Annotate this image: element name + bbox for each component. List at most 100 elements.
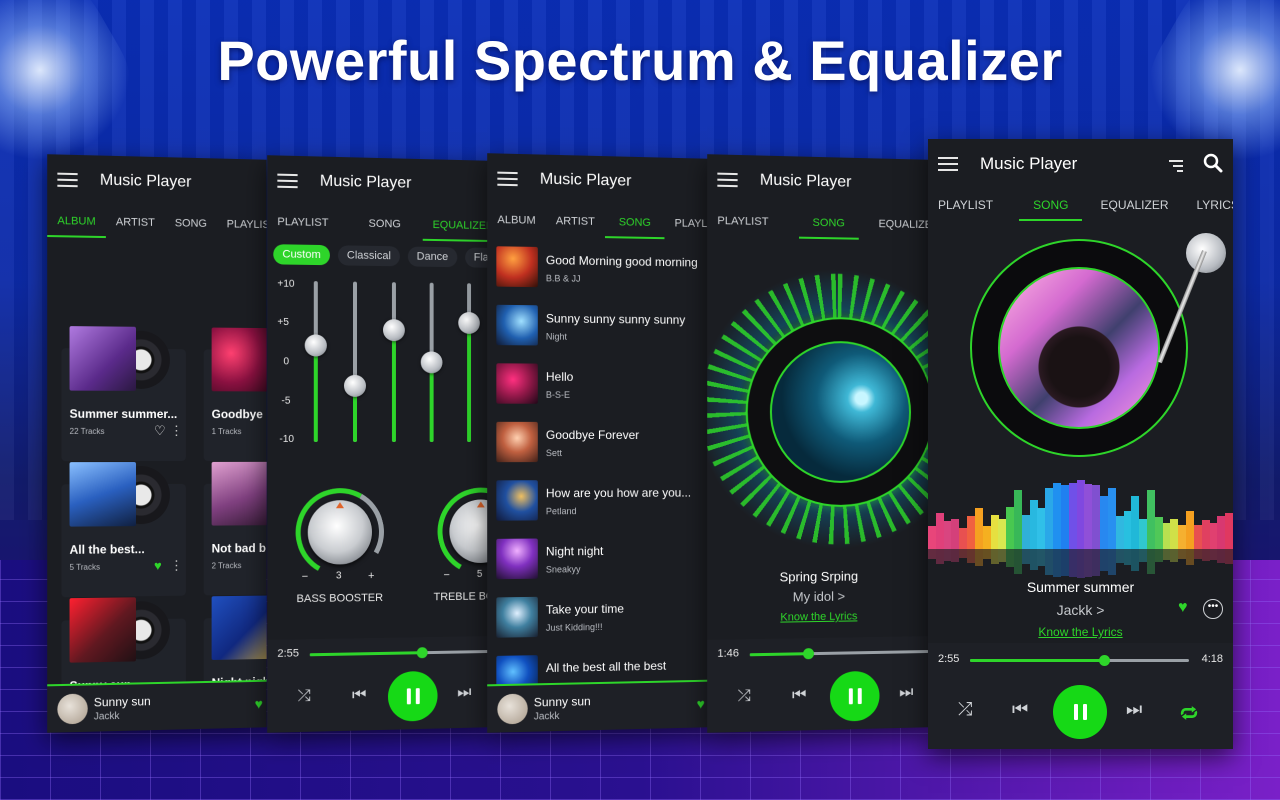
tab-song[interactable]: SONG	[605, 206, 665, 239]
seek-bar-thumb[interactable]	[1098, 655, 1110, 666]
song-item[interactable]: Good Morning good morning B.B & JJ	[487, 242, 708, 303]
eq-band-slider[interactable]	[458, 283, 480, 443]
tab-playlist[interactable]: PLAYLIST	[928, 189, 1019, 221]
eq-band-slider[interactable]	[304, 281, 327, 442]
song-item[interactable]: Night night Sneakyy	[487, 533, 708, 593]
tab-playlist[interactable]: PLAYLIST	[267, 206, 358, 240]
eq-band-knob[interactable]	[304, 334, 327, 357]
know-the-lyrics-link[interactable]: Know the Lyrics	[707, 609, 928, 624]
mini-player[interactable]: Sunny sun Jackk ♥	[47, 679, 267, 733]
tab-song[interactable]: SONG	[359, 208, 423, 241]
song-art	[496, 596, 538, 638]
seek-bar-thumb[interactable]	[802, 648, 814, 660]
album-art	[211, 461, 267, 526]
song-item[interactable]: How are you how are you... Petland	[487, 476, 708, 535]
seek-bar[interactable]	[309, 647, 489, 659]
album-card[interactable]: All the best... 5 Tracks ♥ ⋮	[61, 462, 186, 598]
heart-icon[interactable]: ♡	[154, 423, 166, 439]
dial-indicator	[335, 502, 344, 509]
eq-band-knob[interactable]	[343, 374, 367, 397]
tab-song[interactable]: SONG	[165, 207, 217, 240]
song-item[interactable]: Take your time Just Kidding!!!	[487, 591, 708, 652]
skip-next-icon[interactable]: ⏭	[899, 684, 913, 702]
sort-icon[interactable]	[1169, 159, 1183, 172]
skip-previous-icon[interactable]: ⏮	[1012, 699, 1028, 720]
preset-dance[interactable]: Dance	[407, 246, 457, 268]
tab-playlist[interactable]: PLAYLIST	[665, 207, 709, 240]
treble-decrease-button[interactable]: −	[443, 569, 449, 581]
skip-next-icon[interactable]: ⏭	[1126, 699, 1142, 720]
tab-bar: PLAYLIST SONG EQUALIZER LYRICS	[928, 189, 1233, 221]
song-art	[496, 538, 538, 580]
search-icon[interactable]	[1203, 153, 1223, 178]
eq-band-slider[interactable]	[420, 282, 443, 443]
skip-previous-icon[interactable]: ⏮	[352, 686, 366, 704]
skip-previous-icon[interactable]: ⏮	[792, 686, 806, 704]
tab-playlist[interactable]: PLAYLIST	[707, 205, 798, 239]
seek-bar-thumb[interactable]	[416, 647, 428, 659]
tab-lyrics[interactable]: LYRICS	[1187, 189, 1234, 221]
preset-flat[interactable]: Flat	[464, 247, 489, 268]
song-item[interactable]: Sunny sunny sunny sunny Night	[487, 301, 708, 361]
seek-bar[interactable]	[749, 648, 929, 660]
hamburger-icon[interactable]	[717, 172, 738, 188]
spectrum-bar	[1045, 488, 1054, 549]
hamburger-icon[interactable]	[497, 171, 518, 187]
tab-playlist[interactable]: PLAYLIST	[217, 208, 267, 241]
tab-album[interactable]: ALBUM	[487, 204, 546, 237]
spectrum-bar	[967, 516, 976, 549]
hamburger-icon[interactable]	[57, 172, 78, 188]
album-card[interactable]: Summer summer... 22 Tracks ♡ ⋮	[61, 326, 186, 462]
song-item[interactable]: Goodbye Forever Sett	[487, 418, 708, 477]
app-bar: Music Player	[928, 139, 1233, 189]
tab-equalizer[interactable]: EQUALIZER	[423, 209, 489, 242]
eq-band-knob[interactable]	[382, 319, 405, 342]
mini-player-title: Sunny sun	[533, 694, 591, 710]
tab-equalizer[interactable]: EQUALIZER	[859, 208, 928, 242]
shuffle-icon[interactable]: ⤮	[958, 699, 972, 720]
hamburger-icon[interactable]	[938, 157, 958, 171]
treble-booster-dial[interactable]: − 5 + TREBLE BOOSTER	[427, 477, 489, 607]
pause-button[interactable]	[829, 670, 880, 722]
shuffle-icon[interactable]: ⤮	[298, 687, 311, 705]
tab-artist[interactable]: ARTIST	[106, 206, 165, 239]
eq-band-knob[interactable]	[458, 311, 480, 334]
eq-band-slider[interactable]	[382, 282, 405, 443]
song-item[interactable]: Hello B-S-E	[487, 359, 708, 418]
spectrum-bar	[1162, 522, 1171, 549]
heart-icon[interactable]: ♥	[255, 696, 263, 712]
spectrum-bar	[951, 519, 960, 549]
bass-booster-dial[interactable]: − 3 + BASS BOOSTER	[285, 478, 394, 609]
tab-equalizer[interactable]: EQUALIZER	[1082, 189, 1186, 221]
dial-knob[interactable]	[307, 500, 373, 565]
bass-decrease-button[interactable]: −	[302, 571, 309, 583]
heart-icon[interactable]: ♥	[1178, 599, 1188, 617]
tab-song[interactable]: SONG	[1019, 189, 1083, 221]
heart-icon[interactable]: ♥	[697, 696, 705, 712]
heart-icon[interactable]: ♥	[154, 558, 162, 573]
repeat-icon[interactable]: 🔁︎	[1180, 699, 1198, 726]
song-artist[interactable]: My idol >	[707, 588, 928, 606]
know-the-lyrics-link[interactable]: Know the Lyrics	[928, 625, 1233, 639]
pause-button[interactable]	[387, 670, 438, 722]
seek-bar[interactable]	[970, 655, 1189, 666]
more-options-icon[interactable]: •••	[1203, 599, 1223, 619]
hamburger-icon[interactable]	[277, 173, 298, 189]
bass-increase-button[interactable]: +	[368, 570, 374, 582]
tab-album[interactable]: ALBUM	[47, 205, 106, 238]
pause-button[interactable]	[1053, 685, 1107, 739]
song-title: Take your time	[545, 601, 624, 617]
mini-player[interactable]: Sunny sun Jackk ♥	[487, 679, 709, 733]
tab-song[interactable]: SONG	[799, 207, 859, 240]
shuffle-icon[interactable]: ⤮	[738, 687, 751, 705]
preset-custom[interactable]: Custom	[273, 244, 330, 266]
eq-band-knob[interactable]	[420, 351, 443, 374]
album-card[interactable]: Goodbye 1 Tracks	[203, 327, 267, 461]
more-vert-icon[interactable]: ⋮	[170, 558, 183, 574]
preset-classical[interactable]: Classical	[337, 245, 400, 267]
eq-band-slider[interactable]	[343, 281, 367, 442]
more-vert-icon[interactable]: ⋮	[170, 423, 183, 439]
tab-artist[interactable]: ARTIST	[546, 205, 605, 238]
skip-next-icon[interactable]: ⏭	[457, 684, 471, 702]
album-card[interactable]: Not bad b 2 Tracks	[203, 461, 267, 596]
